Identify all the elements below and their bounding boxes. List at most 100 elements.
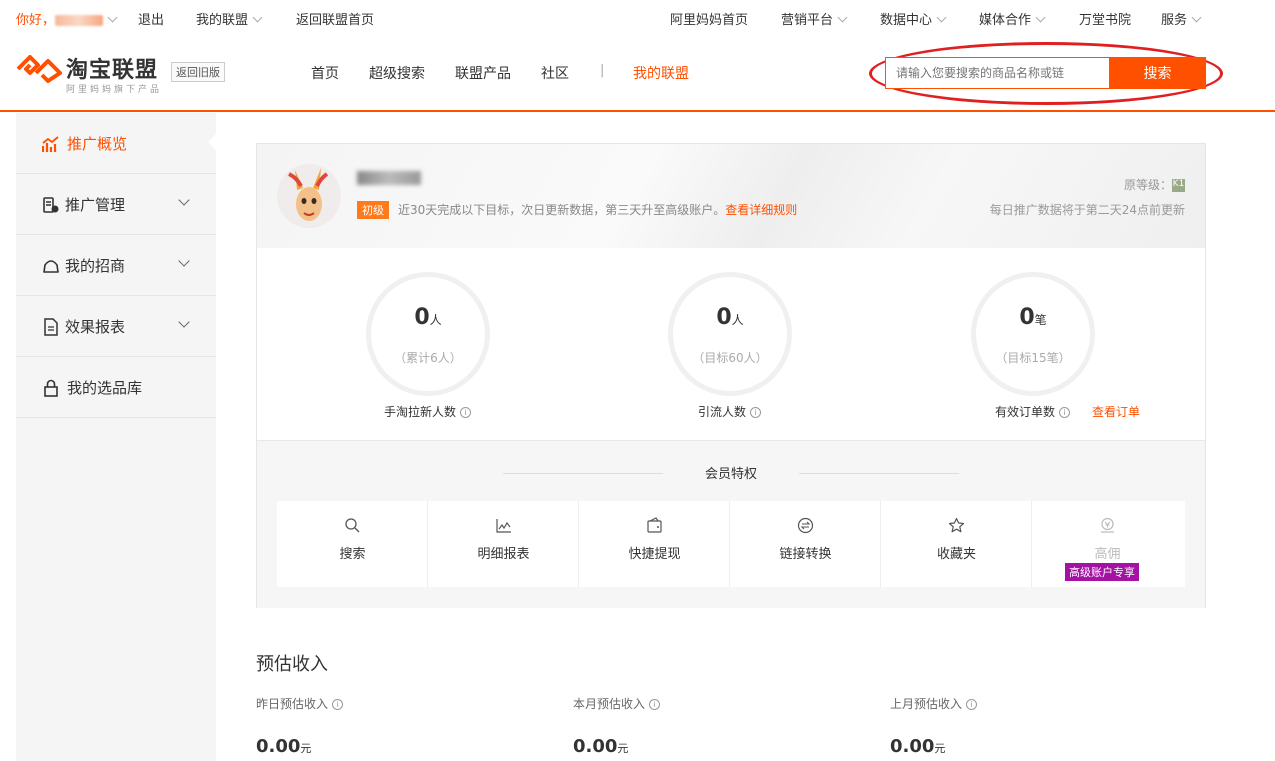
benefits-row: 搜索 明细报表 快捷提现 链接转换 收藏夹 高佣 高级账户专享	[277, 501, 1185, 587]
sidebar-item-label: 我的选品库	[67, 379, 143, 397]
level-k1-icon: K1	[1172, 179, 1185, 192]
my-union-menu[interactable]: 我的联盟	[196, 9, 263, 28]
old-version-button[interactable]: 返回旧版	[171, 62, 225, 82]
income-value-this-month: 0.00元	[573, 736, 629, 757]
chart-icon	[42, 136, 59, 152]
info-icon[interactable]: i	[332, 699, 344, 710]
nav-union-products[interactable]: 联盟产品	[455, 63, 511, 83]
alimama-home-link[interactable]: 阿里妈妈首页	[670, 9, 748, 28]
benefits-title: 会员特权	[704, 467, 757, 482]
benefit-label: 快捷提现	[628, 547, 681, 562]
coin-icon	[1101, 517, 1114, 533]
stat-label-traffic: 引流人数 i	[698, 403, 762, 420]
bag-icon	[43, 260, 59, 273]
manage-icon	[43, 197, 59, 213]
main-header: 淘宝联盟 阿里妈妈旗下产品 返回旧版 首页 超级搜索 联盟产品 社区 | 我的联…	[0, 34, 1275, 112]
stat-sub: （累计6人）	[394, 351, 462, 365]
info-icon[interactable]: i	[1059, 407, 1071, 418]
sidebar-item-label: 我的招商	[65, 257, 126, 275]
sidebar-item-selection-library[interactable]: 我的选品库	[16, 357, 216, 418]
nav-super-search[interactable]: 超级搜索	[369, 63, 425, 83]
sidebar-item-label: 推广管理	[65, 196, 126, 214]
stat-circle-traffic: 0人 （目标60人）	[668, 272, 792, 396]
stat-circle-new-users: 0人 （累计6人）	[366, 272, 490, 396]
original-level: 原等级：K1	[1123, 178, 1185, 192]
income-label-yesterday: 昨日预估收入 i	[256, 695, 344, 712]
sidebar: 推广概览 推广管理 我的招商 效果报表 我的选品库	[16, 113, 216, 761]
sidebar-item-label: 推广概览	[67, 135, 128, 153]
info-icon[interactable]: i	[649, 699, 661, 710]
avatar-mascot-icon	[288, 168, 329, 221]
report-icon	[44, 318, 58, 336]
view-orders-link[interactable]: 查看订单	[1092, 403, 1140, 420]
nav-home[interactable]: 首页	[311, 63, 339, 83]
chevron-down-icon	[178, 255, 190, 267]
benefit-link-convert[interactable]: 链接转换	[730, 501, 881, 587]
member-benefits: 会员特权 搜索 明细报表 快捷提现 链接转换 收藏夹 高佣 高级账户专享	[257, 440, 1205, 608]
nav-community[interactable]: 社区	[541, 63, 569, 83]
stat-circle-orders: 0笔 （目标15笔）	[971, 272, 1095, 396]
info-icon[interactable]: i	[750, 407, 762, 418]
service-menu[interactable]: 服务	[1161, 9, 1202, 28]
benefit-label: 高佣	[1094, 547, 1121, 562]
stat-sub: （目标60人）	[692, 351, 768, 365]
daily-update-note: 每日推广数据将于第二天24点前更新	[989, 203, 1185, 217]
stat-label-new-users: 手淘拉新人数 i	[384, 403, 472, 420]
sidebar-item-manage[interactable]: 推广管理	[16, 174, 216, 235]
logo-title: 淘宝联盟	[66, 58, 159, 83]
sidebar-item-overview[interactable]: 推广概览	[16, 113, 216, 174]
income-section-title: 预估收入	[256, 654, 328, 675]
sidebar-item-label: 效果报表	[65, 318, 126, 336]
stat-label-orders: 有效订单数 i	[995, 403, 1071, 420]
avatar[interactable]	[277, 164, 341, 228]
income-value-yesterday: 0.00元	[256, 736, 312, 757]
sidebar-item-reports[interactable]: 效果报表	[16, 296, 216, 357]
benefit-label: 收藏夹	[936, 547, 976, 562]
search-button[interactable]: 搜索	[1109, 57, 1206, 89]
benefit-high-commission[interactable]: 高佣 高级账户专享	[1032, 501, 1183, 587]
benefit-label: 明细报表	[477, 547, 530, 562]
username-blurred	[357, 171, 421, 185]
profile-header: 初级 近30天完成以下目标，次日更新数据，第三天升至高级账户。查看详细规则 原等…	[257, 144, 1205, 248]
marketing-platform-menu[interactable]: 营销平台	[781, 9, 848, 28]
top-bar: 你好， 退出 我的联盟 返回联盟首页 阿里妈妈首页 营销平台 数据中心 媒体合作…	[0, 0, 1275, 34]
nav-separator: |	[600, 63, 605, 78]
logout-link[interactable]: 退出	[138, 9, 164, 28]
benefit-search[interactable]: 搜索	[277, 501, 428, 587]
active-indicator-arrow	[208, 134, 216, 150]
benefit-favorites[interactable]: 收藏夹	[881, 501, 1032, 587]
wantang-academy-link[interactable]: 万堂书院	[1079, 9, 1131, 28]
income-label-this-month: 本月预估收入 i	[573, 695, 661, 712]
level-badge: 初级	[357, 201, 389, 219]
line-chart-icon	[496, 519, 511, 533]
taobao-union-logo-icon[interactable]	[16, 55, 62, 83]
level-description: 近30天完成以下目标，次日更新数据，第三天升至高级账户。查看详细规则	[398, 203, 798, 217]
chevron-down-icon	[178, 316, 190, 328]
benefit-label: 搜索	[339, 547, 366, 562]
info-icon[interactable]: i	[966, 699, 978, 710]
lock-icon	[44, 379, 58, 397]
wallet-icon	[647, 517, 662, 533]
search-input[interactable]	[885, 57, 1109, 89]
sidebar-item-merchants[interactable]: 我的招商	[16, 235, 216, 296]
info-icon[interactable]: i	[460, 407, 472, 418]
greeting: 你好，	[16, 9, 118, 28]
nav-my-union[interactable]: 我的联盟	[633, 63, 689, 83]
stat-sub: （目标15笔）	[995, 351, 1071, 365]
media-cooperation-menu[interactable]: 媒体合作	[979, 9, 1046, 28]
income-label-last-month: 上月预估收入 i	[890, 695, 978, 712]
convert-icon	[797, 517, 814, 534]
benefit-detail-report[interactable]: 明细报表	[428, 501, 579, 587]
overview-card: 初级 近30天完成以下目标，次日更新数据，第三天升至高级账户。查看详细规则 原等…	[256, 143, 1206, 608]
data-center-menu[interactable]: 数据中心	[880, 9, 947, 28]
vip-only-badge: 高级账户专享	[1065, 563, 1139, 581]
level-rules-link[interactable]: 查看详细规则	[725, 203, 797, 217]
back-home-link[interactable]: 返回联盟首页	[296, 9, 374, 28]
star-icon	[948, 517, 965, 533]
username-blurred	[55, 15, 104, 26]
logo-subtitle: 阿里妈妈旗下产品	[66, 85, 163, 95]
benefit-quick-withdraw[interactable]: 快捷提现	[579, 501, 730, 587]
search-icon	[345, 518, 360, 533]
benefit-label: 链接转换	[779, 547, 832, 562]
divider	[799, 473, 959, 474]
